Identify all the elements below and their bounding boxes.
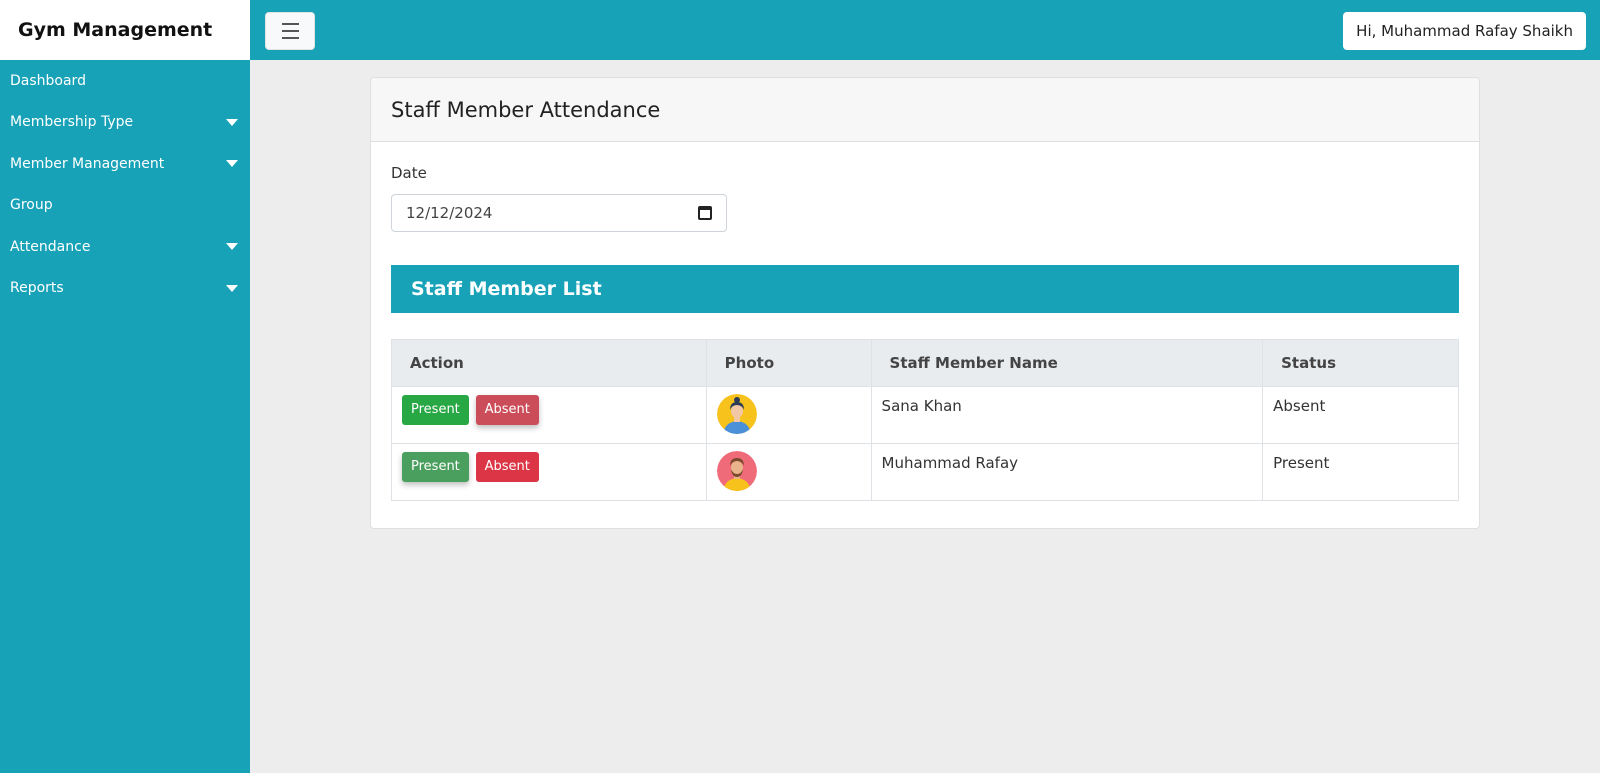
sidebar-item-reports[interactable]: Reports bbox=[0, 268, 250, 310]
action-cell: Present Absent bbox=[391, 443, 707, 501]
status-cell: Absent bbox=[1262, 386, 1459, 444]
staff-name-cell: Sana Khan bbox=[870, 386, 1264, 444]
sidebar-item-label: Group bbox=[10, 197, 53, 214]
date-label: Date bbox=[391, 164, 427, 182]
caret-down-icon bbox=[226, 284, 238, 292]
sidebar-toggle-button[interactable] bbox=[265, 12, 315, 50]
sidebar-item-attendance[interactable]: Attendance bbox=[0, 226, 250, 268]
sidebar-item-group[interactable]: Group bbox=[0, 185, 250, 227]
sidebar-item-membership-type[interactable]: Membership Type bbox=[0, 102, 250, 144]
status-cell: Present bbox=[1262, 443, 1459, 501]
photo-cell bbox=[705, 386, 872, 444]
sidebar-item-label: Membership Type bbox=[10, 114, 134, 131]
table-row: Present Absent Sana Khan Absent bbox=[391, 386, 1459, 444]
table-row: Present Absent Muhammad Rafay Present bbox=[391, 443, 1459, 501]
photo-cell bbox=[705, 443, 872, 501]
brand[interactable]: Gym Management bbox=[0, 0, 250, 60]
staff-name-cell: Muhammad Rafay bbox=[870, 443, 1264, 501]
table-header-row: Action Photo Staff Member Name Status bbox=[391, 339, 1459, 387]
caret-down-icon bbox=[226, 243, 238, 251]
sidebar-item-label: Reports bbox=[10, 280, 64, 297]
sidebar-item-dashboard[interactable]: Dashboard bbox=[0, 60, 250, 102]
absent-button[interactable]: Absent bbox=[475, 452, 539, 482]
user-menu-button[interactable]: Hi, Muhammad Rafay Shaikh bbox=[1343, 12, 1586, 50]
page-title: Staff Member Attendance bbox=[391, 97, 661, 122]
absent-button[interactable]: Absent bbox=[475, 395, 539, 425]
staff-list-header: Staff Member List bbox=[391, 265, 1459, 313]
present-button[interactable]: Present bbox=[402, 395, 469, 425]
female-avatar-icon bbox=[716, 394, 757, 434]
date-input[interactable]: 12/12/2024 bbox=[391, 194, 727, 232]
app-title: Gym Management bbox=[18, 19, 213, 41]
column-header-name: Staff Member Name bbox=[870, 339, 1264, 387]
column-header-photo: Photo bbox=[705, 339, 872, 387]
column-header-action: Action bbox=[391, 339, 707, 387]
sidebar-item-label: Member Management bbox=[10, 155, 165, 172]
card-header: Staff Member Attendance bbox=[371, 78, 1479, 142]
caret-down-icon bbox=[226, 118, 238, 126]
caret-down-icon bbox=[226, 160, 238, 168]
action-cell: Present Absent bbox=[391, 386, 707, 444]
staff-attendance-table: Action Photo Staff Member Name Status Pr… bbox=[391, 339, 1459, 501]
staff-list-title: Staff Member List bbox=[411, 278, 602, 300]
column-header-status: Status bbox=[1262, 339, 1459, 387]
sidebar: Dashboard Membership Type Member Managem… bbox=[0, 60, 250, 773]
present-button[interactable]: Present bbox=[402, 452, 469, 482]
date-value: 12/12/2024 bbox=[406, 204, 493, 222]
sidebar-item-label: Attendance bbox=[10, 238, 91, 255]
calendar-icon[interactable] bbox=[698, 206, 712, 220]
sidebar-item-label: Dashboard bbox=[10, 72, 86, 89]
top-navbar: Hi, Muhammad Rafay Shaikh bbox=[250, 0, 1600, 60]
hamburger-icon bbox=[281, 23, 299, 25]
sidebar-item-member-management[interactable]: Member Management bbox=[0, 143, 250, 185]
attendance-card: Staff Member Attendance Date 12/12/2024 … bbox=[370, 77, 1480, 529]
male-avatar-icon bbox=[716, 451, 757, 491]
